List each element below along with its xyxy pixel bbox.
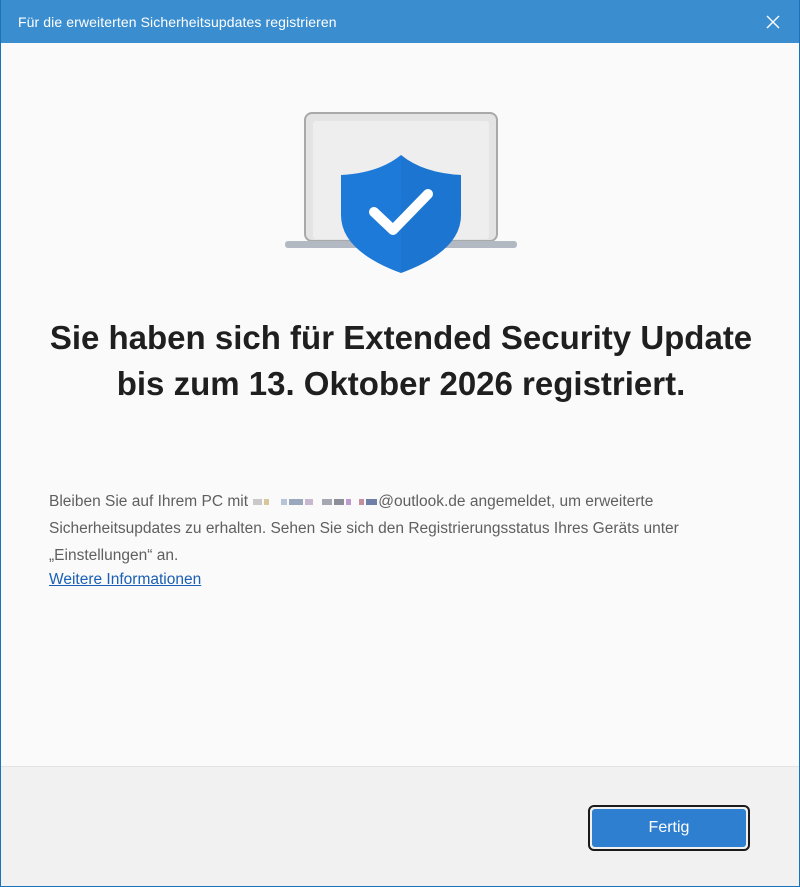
email-domain: @outlook.de (378, 493, 466, 510)
laptop-shield-check-icon (285, 112, 517, 273)
dialog-content: Sie haben sich für Extended Security Upd… (1, 43, 799, 766)
done-button-label: Fertig (592, 809, 746, 847)
close-icon (766, 15, 780, 29)
redacted-email-user (252, 493, 378, 510)
close-button[interactable] (759, 8, 787, 36)
done-button[interactable]: Fertig (588, 805, 750, 851)
more-info-link[interactable]: Weitere Informationen (49, 568, 201, 592)
window-title: Für die erweiterten Sicherheitsupdates r… (18, 13, 337, 30)
title-bar: Für die erweiterten Sicherheitsupdates r… (1, 0, 799, 43)
confirmation-heading: Sie haben sich für Extended Security Upd… (49, 319, 753, 402)
body-text: Bleiben Sie auf Ihrem PC mit @outlook.de… (49, 488, 749, 569)
body-prefix: Bleiben Sie auf Ihrem PC mit (49, 493, 249, 510)
footer-bar: Fertig (1, 766, 799, 886)
dialog-window: Für die erweiterten Sicherheitsupdates r… (0, 0, 800, 887)
